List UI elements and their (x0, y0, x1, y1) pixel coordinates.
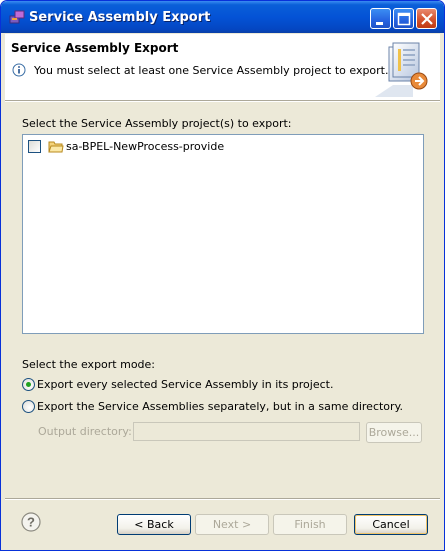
project-checkbox[interactable] (28, 140, 41, 153)
close-icon (421, 13, 433, 25)
export-mode-option-in-project[interactable]: Export every selected Service Assembly i… (22, 377, 422, 393)
title-bar[interactable]: Service Assembly Export (1, 1, 444, 33)
help-icon[interactable]: ? (21, 512, 41, 532)
list-item[interactable]: sa-BPEL-NewProcess-provide (28, 139, 228, 155)
svg-text:?: ? (27, 515, 35, 530)
output-directory-label: Output directory: (38, 425, 132, 438)
export-mode-option-same-directory[interactable]: Export the Service Assemblies separately… (22, 399, 422, 415)
radio-label-in-project: Export every selected Service Assembly i… (37, 378, 334, 391)
header-message: You must select at least one Service Ass… (34, 64, 389, 77)
radio-selected-dot (26, 382, 31, 387)
maximize-icon (397, 12, 411, 26)
browse-button[interactable]: Browse... (366, 422, 422, 443)
minimize-button[interactable] (370, 8, 391, 29)
dialog-window: Service Assembly Export Service Assembly… (0, 0, 445, 551)
minimize-icon (376, 22, 383, 25)
radio-in-project[interactable] (22, 378, 35, 391)
export-wizard-icon (375, 42, 428, 97)
next-button[interactable]: Next > (195, 514, 269, 535)
maximize-button[interactable] (393, 8, 414, 29)
output-directory-field[interactable] (133, 422, 360, 441)
project-name: sa-BPEL-NewProcess-provide (66, 140, 225, 153)
eclipse-app-icon (9, 10, 25, 24)
projects-label: Select the Service Assembly project(s) t… (22, 117, 292, 130)
wizard-content: Select the Service Assembly project(s) t… (5, 102, 440, 492)
export-mode-label: Select the export mode: (22, 358, 156, 371)
cancel-button[interactable]: Cancel (354, 514, 428, 535)
project-folder-icon (48, 141, 64, 153)
radio-label-same-directory: Export the Service Assemblies separately… (37, 400, 404, 413)
window-title: Service Assembly Export (29, 10, 211, 25)
info-icon (12, 63, 26, 77)
close-button[interactable] (416, 8, 437, 29)
back-button[interactable]: < Back (117, 514, 191, 535)
footer-separator (5, 498, 440, 500)
projects-list[interactable]: sa-BPEL-NewProcess-provide (22, 134, 424, 334)
radio-same-directory[interactable] (22, 400, 35, 413)
wizard-header: Service Assembly Export You must select … (5, 34, 440, 100)
page-title: Service Assembly Export (11, 41, 179, 55)
finish-button[interactable]: Finish (273, 514, 347, 535)
